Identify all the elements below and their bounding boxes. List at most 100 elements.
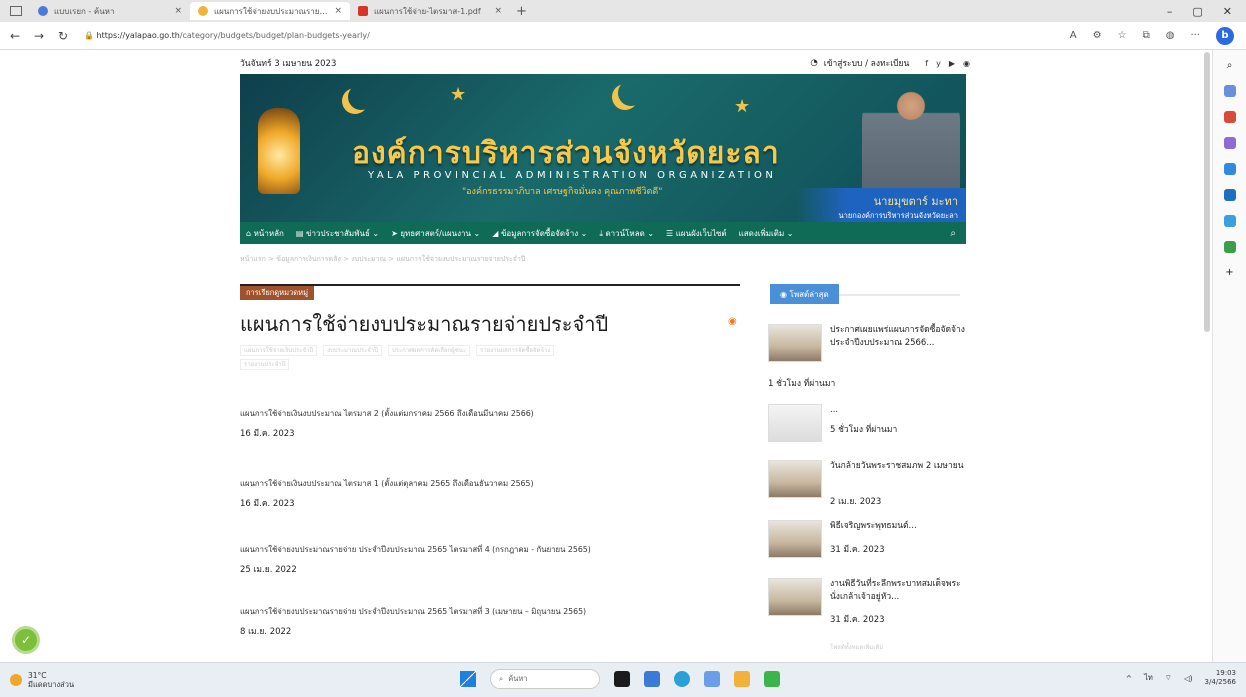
read-aloud-icon[interactable]: A xyxy=(1070,30,1077,41)
post-thumbnail[interactable] xyxy=(768,578,822,616)
tools-icon[interactable] xyxy=(1223,111,1236,123)
maximize-button[interactable]: ▢ xyxy=(1192,5,1202,18)
latest-post-title[interactable]: วันกล้ายวันพระราชสมภพ 2 เมษายน xyxy=(830,460,970,473)
tab-search[interactable]: แบบเรยก - ค้นหา × xyxy=(30,2,190,20)
extensions-icon[interactable]: ⚙ xyxy=(1093,30,1102,41)
latest-post-item[interactable]: วันกล้ายวันพระราชสมภพ 2 เมษายน 2 เม.ย. 2… xyxy=(768,460,968,510)
minimize-button[interactable]: – xyxy=(1167,5,1173,18)
office-icon[interactable] xyxy=(1223,163,1236,175)
login-link[interactable]: เข้าสู่ระบบ / ลงทะเบียน xyxy=(824,56,910,70)
back-icon[interactable]: ← xyxy=(6,29,24,43)
line-app-icon[interactable] xyxy=(764,671,780,687)
tab-budget-plan[interactable]: แผนการใช้จ่ายงบประมาณรายจ่ายประจ × xyxy=(190,2,350,20)
close-window-button[interactable]: ✕ xyxy=(1223,5,1232,18)
new-tab-button[interactable]: + xyxy=(516,4,527,19)
start-button-icon[interactable] xyxy=(460,671,476,687)
instagram-icon[interactable]: ◉ xyxy=(963,59,970,68)
post-title-link[interactable]: แผนการใช้จ่ายเงินงบประมาณ ไตรมาส 1 (ตั้ง… xyxy=(240,478,740,490)
twitter-icon[interactable]: y xyxy=(936,59,941,68)
facebook-icon[interactable]: f xyxy=(925,59,928,68)
menu-label: ข่าวประชาสัมพันธ์ xyxy=(306,228,370,238)
latest-post-item[interactable]: ... 5 ชั่วโมง ที่ผ่านมา xyxy=(768,404,968,444)
bing-chat-icon[interactable]: b xyxy=(1216,26,1234,45)
post-title-link[interactable]: แผนการใช้จ่ายเงินงบประมาณ ไตรมาส 2 (ตั้ง… xyxy=(240,408,740,420)
tab-pdf[interactable]: แผนการใช้จ่าย-ไตรมาส-1.pdf × xyxy=(350,2,510,20)
post-thumbnail[interactable] xyxy=(768,460,822,498)
favorites-icon[interactable]: ☆ xyxy=(1118,30,1127,41)
search-icon[interactable]: ⌕ xyxy=(1227,60,1233,71)
add-icon[interactable]: + xyxy=(1225,267,1233,278)
games-icon[interactable] xyxy=(1223,137,1236,149)
latest-post-title[interactable]: พิธีเจริญพระพุทธมนต์... xyxy=(830,520,970,533)
collections-icon[interactable]: ⧉ xyxy=(1143,30,1150,41)
post-thumbnail[interactable] xyxy=(768,324,822,362)
menu-item-procurement[interactable]: ◢ ข้อมูลการจัดซื้อจัดจ้าง ⌄ xyxy=(492,227,587,240)
window-controls: – ▢ ✕ xyxy=(1167,5,1232,18)
search-icon: ⌕ xyxy=(499,674,504,683)
more-posts-link[interactable]: โพสต์ทั้งหมดเพิ่มเติม xyxy=(830,642,883,652)
accessibility-button[interactable]: ✓ xyxy=(12,626,40,654)
latest-post-title[interactable]: งานพิธีวันที่ระลึกพระบาทสมเด็จพระนั่งเกล… xyxy=(830,578,970,604)
refresh-icon[interactable]: ↻ xyxy=(54,29,72,43)
menu-item-more[interactable]: แสดงเพิ่มเติม ⌄ xyxy=(739,227,794,240)
menu-item-home[interactable]: ⌂ หน้าหลัก xyxy=(246,227,284,240)
tag-link[interactable]: แผนการใช้จ่ายเงินประจำปี xyxy=(240,345,318,356)
telegram-icon[interactable] xyxy=(1223,215,1236,227)
edge-icon[interactable] xyxy=(674,671,690,687)
close-tab-icon[interactable]: × xyxy=(494,6,502,16)
tag-link[interactable]: รายงานประจำปี xyxy=(240,359,290,370)
menu-item-download[interactable]: ⤓ ดาวน์โหลด ⌄ xyxy=(599,227,654,240)
profile-icon[interactable]: ◍ xyxy=(1166,30,1175,41)
tag-link[interactable]: งบประมาณประจำปี xyxy=(323,345,382,356)
menu-item-strategy[interactable]: ➤ ยุทธศาสตร์/แผนงาน ⌄ xyxy=(391,227,480,240)
post-thumbnail[interactable] xyxy=(768,404,822,442)
latest-post-item[interactable]: พิธีเจริญพระพุทธมนต์... 31 มี.ค. 2023 xyxy=(768,520,968,560)
rss-icon[interactable]: ◉ xyxy=(728,316,737,327)
task-view-icon[interactable] xyxy=(614,671,630,687)
latest-post-title[interactable]: ... xyxy=(830,404,970,417)
language-indicator[interactable]: ไท xyxy=(1144,672,1153,684)
volume-icon[interactable]: ◁) xyxy=(1184,674,1193,683)
page-scrollbar[interactable] xyxy=(1204,52,1210,332)
tab-label: แผนการใช้จ่าย-ไตรมาส-1.pdf xyxy=(374,6,481,16)
latest-post-item[interactable]: งานพิธีวันที่ระลึกพระบาทสมเด็จพระนั่งเกล… xyxy=(768,578,968,628)
tab-favicon-icon xyxy=(38,6,48,16)
weather-temp: 31°C xyxy=(28,671,47,680)
teams-icon[interactable] xyxy=(644,671,660,687)
breadcrumb[interactable]: หน้าแรก > ข้อมูลการเงินการคลัง > งบประมา… xyxy=(240,254,525,265)
file-explorer-icon[interactable] xyxy=(734,671,750,687)
site-search-icon[interactable]: ⌕ xyxy=(950,228,956,239)
taskbar-search[interactable]: ⌕ ค้นหา xyxy=(490,669,600,689)
tag-link[interactable]: รายงานผลการจัดซื้อจัดจ้าง xyxy=(476,345,555,356)
weather-widget[interactable]: 31°C มีแดดบางส่วน xyxy=(10,671,74,689)
photos-icon[interactable] xyxy=(704,671,720,687)
latest-post-item[interactable]: ประกาศเผยแพร่แผนการจัดซื้อจัดจ้าง ประจำป… xyxy=(768,324,970,389)
post-title-link[interactable]: แผนการใช้จ่ายงบประมาณรายจ่าย ประจำปีงบปร… xyxy=(240,606,740,618)
main-menu: ⌂ หน้าหลัก ▤ ข่าวประชาสัมพันธ์ ⌄ ➤ ยุทธศ… xyxy=(240,222,966,244)
close-tab-icon[interactable]: × xyxy=(174,6,182,16)
shopping-icon[interactable] xyxy=(1223,85,1236,97)
tray-chevron-icon[interactable]: ^ xyxy=(1126,674,1132,683)
menu-item-sitemap[interactable]: ☰ แผนผังเว็บไซต์ xyxy=(666,227,727,240)
post-title-link[interactable]: แผนการใช้จ่ายงบประมาณรายจ่าย ประจำปีงบปร… xyxy=(240,544,740,556)
president-role: นายกองค์การบริหารส่วนจังหวัดยะลา xyxy=(838,211,958,220)
site-topline: วันจันทร์ 3 เมษายน 2023 ◔ เข้าสู่ระบบ / … xyxy=(240,56,970,70)
tree-icon[interactable] xyxy=(1223,241,1236,253)
system-clock[interactable]: 19:03 3/4/2566 xyxy=(1205,669,1236,687)
more-menu-icon[interactable]: ··· xyxy=(1190,30,1200,41)
latest-post-time: 5 ชั่วโมง ที่ผ่านมา xyxy=(830,425,898,435)
wifi-icon[interactable]: ⌔ xyxy=(1165,673,1172,683)
outlook-icon[interactable] xyxy=(1223,189,1236,201)
close-tab-icon[interactable]: × xyxy=(334,6,342,16)
youtube-icon[interactable]: ▶ xyxy=(949,59,955,68)
window-icon[interactable] xyxy=(10,6,22,16)
latest-post-title[interactable]: ประกาศเผยแพร่แผนการจัดซื้อจัดจ้าง ประจำป… xyxy=(830,324,970,350)
forward-icon[interactable]: → xyxy=(30,29,48,43)
user-icon: ◔ xyxy=(810,58,818,68)
tab-favicon-icon xyxy=(198,6,208,16)
url-field[interactable]: 🔒 https://yalapao.go.th/category/budgets… xyxy=(84,31,370,40)
post-thumbnail[interactable] xyxy=(768,520,822,558)
post-date: 25 เม.ย. 2022 xyxy=(240,565,297,575)
menu-item-news[interactable]: ▤ ข่าวประชาสัมพันธ์ ⌄ xyxy=(296,227,379,240)
tag-link[interactable]: ประกาศผลการคัดเลือกผู้ชนะ xyxy=(387,345,471,356)
